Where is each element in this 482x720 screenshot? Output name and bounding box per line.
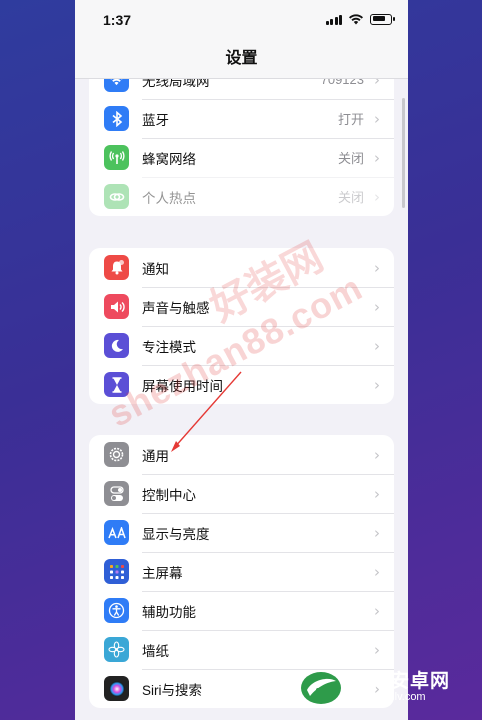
badge-title: 青花安卓网 [350,671,451,693]
nav-bar: 设置 [75,40,408,79]
leaf-logo-icon [301,672,341,704]
phone-screen: 1:37 设置 无线局域网 709123 › 蓝牙 打开 › 蜂窝网络 关闭 ›… [75,0,408,720]
badge-url: www.qhhlv.com [350,691,426,704]
annotation-arrow [171,371,242,452]
page-title: 设置 [225,50,258,67]
site-badge: 青花安卓网 www.qhhlv.com [298,668,478,708]
